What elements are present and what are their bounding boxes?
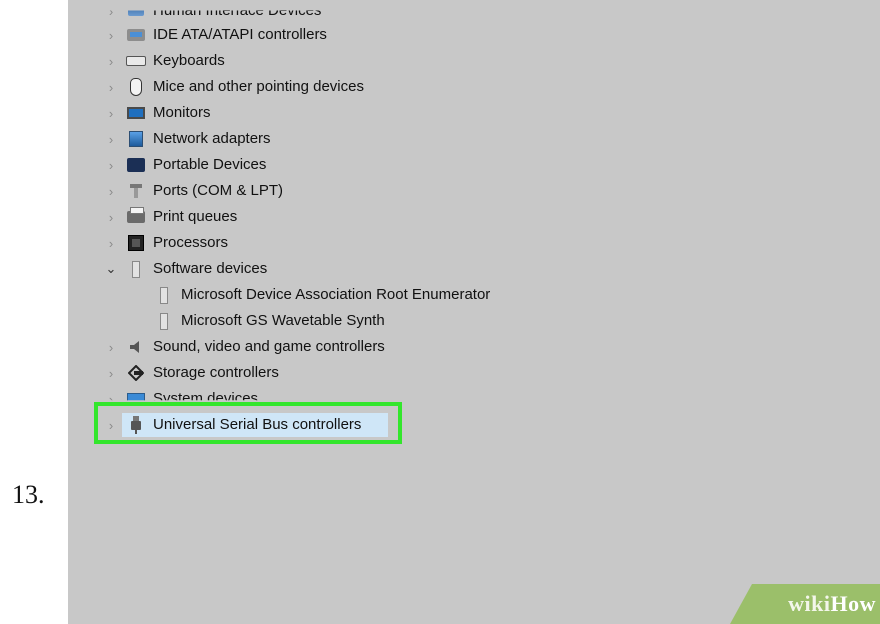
processor-icon — [126, 234, 146, 252]
tree-item-label: Ports (COM & LPT) — [153, 182, 284, 199]
tree-item-label: Storage controllers — [153, 364, 279, 381]
step-number: 13. — [12, 480, 45, 509]
tree-item-label: Human Interface Devices — [153, 2, 322, 19]
tree-item-label: Monitors — [153, 104, 211, 121]
tree-item-label: Processors — [153, 234, 229, 251]
network-adapter-icon — [126, 130, 146, 148]
watermark-how: How — [830, 591, 876, 616]
tree-item-processors[interactable]: › Processors — [104, 230, 228, 256]
expand-chevron-icon[interactable]: › — [104, 106, 118, 121]
tree-item-label: Microsoft GS Wavetable Synth — [181, 312, 385, 329]
software-device-icon — [126, 260, 146, 278]
expand-chevron-icon[interactable]: › — [104, 28, 118, 43]
tree-item-label: Microsoft Device Association Root Enumer… — [181, 286, 491, 303]
tree-item-storage-controllers[interactable]: › Storage controllers — [104, 360, 279, 386]
printer-icon — [126, 207, 146, 226]
device-manager-tree-view: › Human Interface Devices › IDE ATA/ATAP… — [68, 0, 880, 624]
expand-chevron-icon[interactable]: › — [104, 340, 118, 355]
expand-chevron-icon[interactable]: › — [104, 132, 118, 147]
software-device-icon — [154, 312, 174, 330]
tree-item-label: Print queues — [153, 208, 238, 225]
expand-chevron-icon[interactable]: › — [104, 80, 118, 95]
tree-item-network-adapters[interactable]: › Network adapters — [104, 126, 271, 152]
tree-item-label: Mice and other pointing devices — [153, 78, 364, 95]
expand-chevron-icon[interactable]: › — [104, 54, 118, 69]
storage-controller-icon — [126, 364, 146, 382]
tree-item-mice[interactable]: › Mice and other pointing devices — [104, 74, 364, 100]
mouse-icon — [126, 78, 146, 96]
tree-item-software-devices[interactable]: ⌄ Software devices — [104, 256, 267, 282]
tree-item-label: Network adapters — [153, 130, 271, 147]
tree-item-sound-video[interactable]: › Sound, video and game controllers — [104, 334, 385, 360]
hid-icon — [126, 10, 146, 20]
speaker-icon — [126, 338, 146, 356]
tree-item-ports[interactable]: › Ports (COM & LPT) — [104, 178, 283, 204]
expand-chevron-icon[interactable]: › — [104, 366, 118, 381]
expand-chevron-icon[interactable]: › — [104, 184, 118, 199]
ide-controller-icon — [126, 26, 146, 44]
expand-chevron-icon[interactable]: › — [104, 158, 118, 173]
tree-item-ms-gs-wavetable[interactable]: Microsoft GS Wavetable Synth — [154, 308, 385, 334]
tree-item-ms-device-association[interactable]: Microsoft Device Association Root Enumer… — [154, 282, 490, 308]
tree-item-portable-devices[interactable]: › Portable Devices — [104, 152, 267, 178]
tree-item-label: Keyboards — [153, 52, 225, 69]
collapse-chevron-icon[interactable]: ⌄ — [104, 261, 118, 277]
tree-item-keyboards[interactable]: › Keyboards — [104, 48, 225, 74]
keyboard-icon — [126, 52, 146, 70]
expand-chevron-icon[interactable]: › — [104, 236, 118, 251]
tree-item-monitors[interactable]: › Monitors — [104, 100, 211, 126]
expand-chevron-icon[interactable]: › — [104, 10, 118, 18]
tree-item-human-interface-devices[interactable]: › Human Interface Devices — [104, 2, 322, 24]
tree-item-label: Portable Devices — [153, 156, 267, 173]
watermark-wiki: wiki — [788, 591, 831, 616]
software-device-icon — [154, 286, 174, 304]
port-icon — [126, 182, 146, 200]
tree-item-ide-controllers[interactable]: › IDE ATA/ATAPI controllers — [104, 22, 327, 48]
tree-item-label: IDE ATA/ATAPI controllers — [153, 26, 327, 43]
monitor-icon — [126, 104, 146, 122]
portable-device-icon — [126, 156, 146, 174]
tree-item-label: Sound, video and game controllers — [153, 338, 385, 355]
callout-box — [94, 402, 402, 444]
tree-item-print-queues[interactable]: › Print queues — [104, 204, 237, 230]
wikihow-watermark: wikiHow — [730, 584, 880, 624]
tree-item-label: Software devices — [153, 260, 268, 277]
expand-chevron-icon[interactable]: › — [104, 210, 118, 225]
